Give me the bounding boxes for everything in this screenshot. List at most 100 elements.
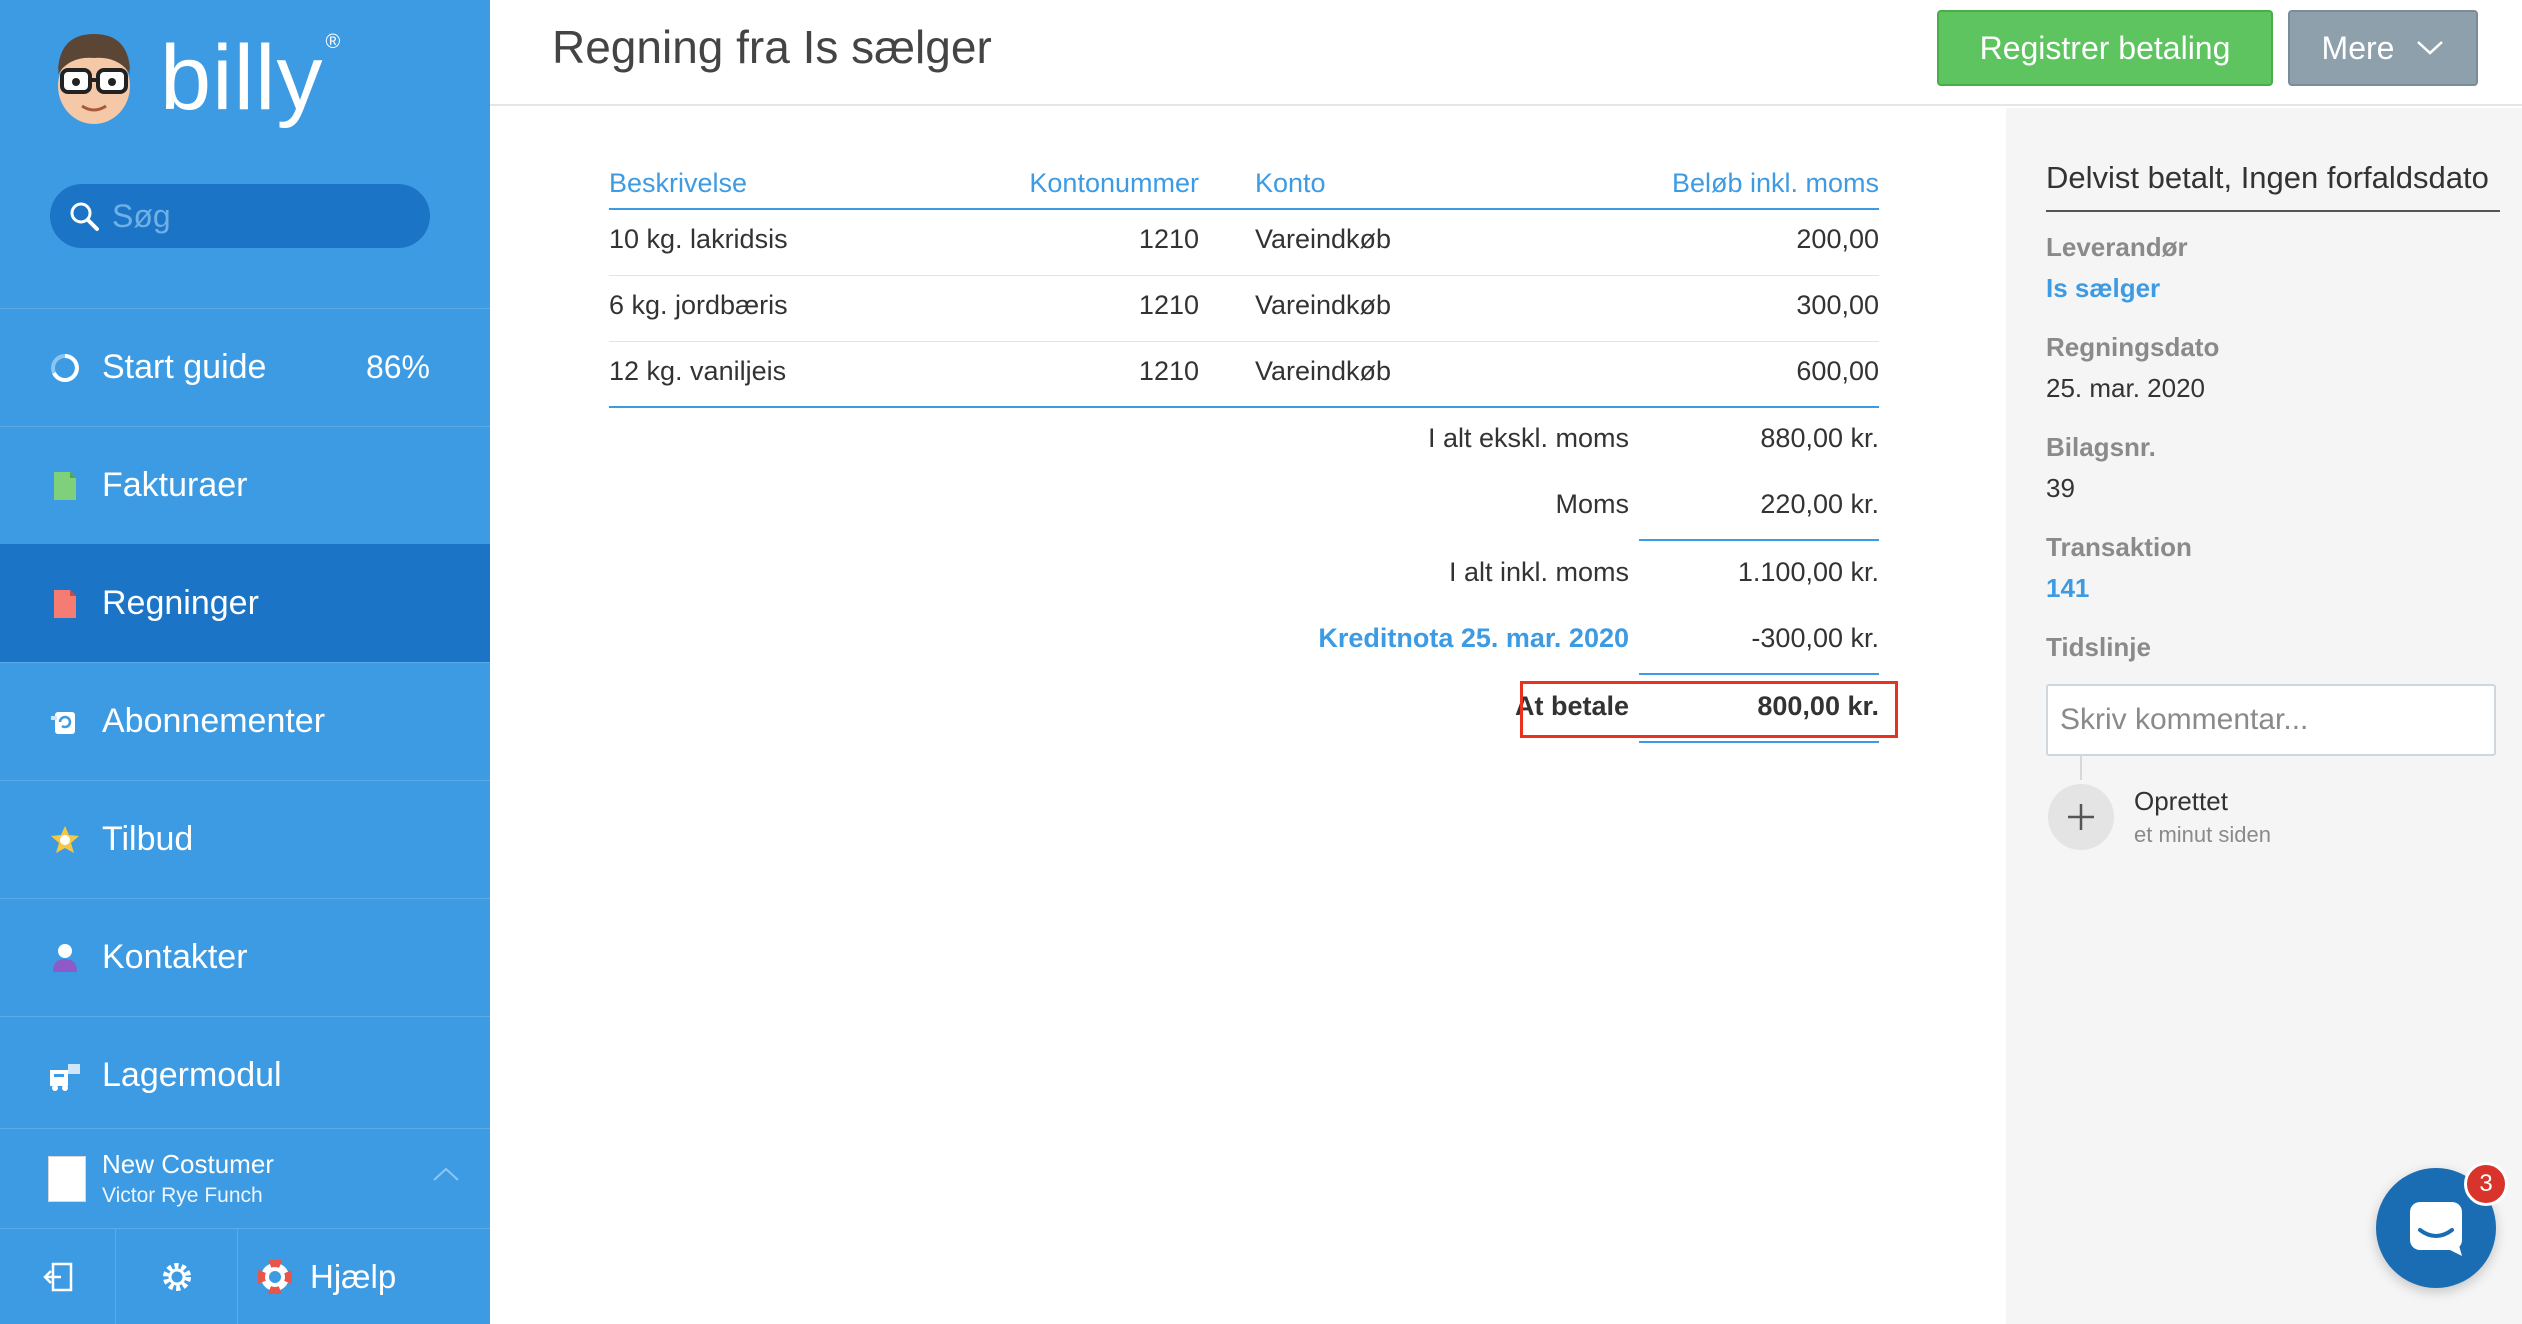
search-icon xyxy=(70,202,99,231)
sidebar-item-regninger[interactable]: Regninger xyxy=(0,544,490,662)
person-icon xyxy=(48,941,82,975)
amount-due-value: 800,00 kr. xyxy=(1757,691,1879,721)
table-row: 10 kg. lakridsis 1210 Vareindkøb 200,00 xyxy=(609,210,1879,276)
amount-due-row: At betale 800,00 kr. xyxy=(609,677,1879,743)
sidebar-item-label: Fakturaer xyxy=(102,466,248,504)
comment-input[interactable] xyxy=(2046,684,2496,756)
organization-name: New Costumer xyxy=(102,1149,274,1179)
plus-icon xyxy=(2068,804,2094,830)
sidebar-item-abonnementer[interactable]: Abonnementer xyxy=(0,662,490,780)
line-account: Vareindkøb xyxy=(1255,224,1392,254)
timeline-label: Tidslinje xyxy=(2046,632,2151,662)
supplier-link[interactable]: Is sælger xyxy=(2046,273,2188,304)
timeline-event-icon xyxy=(2048,784,2114,850)
line-description: 12 kg. vaniljeis xyxy=(609,356,787,386)
subscription-icon xyxy=(48,705,82,739)
total-incl-vat-value: 1.100,00 kr. xyxy=(1737,557,1879,587)
line-amount: 200,00 xyxy=(1796,224,1879,254)
brand-name: billy xyxy=(160,27,324,129)
divider xyxy=(1639,673,1879,675)
credit-note-row: Kreditnota 25. mar. 2020 -300,00 kr. xyxy=(609,609,1879,675)
bill-doc-icon xyxy=(48,587,82,621)
table-row: 12 kg. vaniljeis 1210 Vareindkøb 600,00 xyxy=(609,342,1879,408)
organization-logo xyxy=(48,1155,86,1202)
organization-switcher[interactable]: New Costumer Victor Rye Funch xyxy=(0,1128,490,1228)
line-amount: 300,00 xyxy=(1796,290,1879,320)
payment-status: Delvist betalt, Ingen forfaldsdato xyxy=(2046,160,2500,212)
credit-note-value: -300,00 kr. xyxy=(1751,623,1879,653)
line-account: Vareindkøb xyxy=(1255,356,1392,386)
column-header-amount: Beløb inkl. moms xyxy=(1671,168,1879,198)
sidebar-item-label: Tilbud xyxy=(102,820,194,858)
transaction-label: Transaktion xyxy=(2046,532,2192,562)
supplier-field: Leverandør Is sælger xyxy=(2046,232,2188,304)
billy-logo[interactable]: billy ® xyxy=(48,30,340,126)
sidebar-item-label: Abonnementer xyxy=(102,702,326,740)
star-badge-icon xyxy=(48,823,82,857)
billy-mascot-icon xyxy=(48,30,140,126)
sidebar-nav: Start guide 86% Fakturaer Regninger Abon… xyxy=(0,308,490,1134)
sidebar-item-kontakter[interactable]: Kontakter xyxy=(0,898,490,1016)
search-input[interactable] xyxy=(112,197,412,235)
sidebar-item-lagermodul[interactable]: Lagermodul xyxy=(0,1016,490,1134)
total-excl-vat-row: I alt ekskl. moms 880,00 kr. xyxy=(609,409,1879,475)
column-header-description: Beskrivelse xyxy=(609,168,748,198)
line-account-number: 1210 xyxy=(1138,224,1199,254)
chevron-up-icon xyxy=(433,1167,459,1181)
voucher-label: Bilagsnr. xyxy=(2046,432,2156,462)
column-header-account-number: Kontonummer xyxy=(1029,168,1199,198)
chat-launcher[interactable]: 3 xyxy=(2376,1162,2508,1288)
more-button[interactable]: Mere xyxy=(2288,10,2478,86)
vat-value: 220,00 kr. xyxy=(1760,489,1879,519)
sidebar-item-tilbud[interactable]: Tilbud xyxy=(0,780,490,898)
bill-lines-table: Beskrivelse Kontonummer Konto Beløb inkl… xyxy=(609,158,1879,408)
more-button-label: Mere xyxy=(2321,29,2395,66)
chat-unread-badge: 3 xyxy=(2464,1162,2508,1206)
logout-icon xyxy=(42,1262,72,1292)
logout-button[interactable] xyxy=(0,1229,116,1324)
bill-details-panel: Delvist betalt, Ingen forfaldsdato Lever… xyxy=(2006,108,2522,1324)
line-account-number: 1210 xyxy=(1138,356,1199,386)
total-excl-vat-label: I alt ekskl. moms xyxy=(1427,423,1629,453)
line-description: 10 kg. lakridsis xyxy=(609,224,788,254)
invoice-doc-icon xyxy=(48,469,82,503)
search-box[interactable] xyxy=(50,184,430,248)
line-account: Vareindkøb xyxy=(1255,290,1392,320)
lifebuoy-icon xyxy=(258,1260,292,1294)
line-account-number: 1210 xyxy=(1138,290,1199,320)
timeline-event-title: Oprettet xyxy=(2134,786,2228,816)
line-description: 6 kg. jordbæris xyxy=(609,290,788,320)
voucher-value: 39 xyxy=(2046,473,2075,503)
transaction-link[interactable]: 141 xyxy=(2046,573,2192,604)
organization-user: Victor Rye Funch xyxy=(102,1184,263,1207)
settings-button[interactable] xyxy=(116,1229,238,1324)
gear-icon xyxy=(162,1263,191,1291)
line-amount: 600,00 xyxy=(1796,356,1879,386)
sidebar: billy® Start guide 86% Fakturaer Regning… xyxy=(0,0,490,1324)
sidebar-item-fakturaer[interactable]: Fakturaer xyxy=(0,426,490,544)
credit-note-link[interactable]: Kreditnota 25. mar. 2020 xyxy=(1318,623,1629,654)
supplier-label: Leverandør xyxy=(2046,232,2188,262)
vat-label: Moms xyxy=(1555,489,1630,519)
bill-date-field: Regningsdato 25. mar. 2020 xyxy=(2046,332,2219,404)
bill-date-value: 25. mar. 2020 xyxy=(2046,373,2205,403)
register-payment-button[interactable]: Registrer betaling xyxy=(1937,10,2273,86)
sidebar-item-label: Lagermodul xyxy=(102,1056,282,1094)
divider xyxy=(1639,741,1879,743)
vat-row: Moms 220,00 kr. xyxy=(609,475,1879,541)
amount-due-label: At betale xyxy=(1514,691,1629,721)
sidebar-item-label: Regninger xyxy=(102,584,259,622)
start-guide-progress: 86% xyxy=(365,349,430,385)
total-incl-vat-row: I alt inkl. moms 1.100,00 kr. xyxy=(609,543,1879,609)
total-incl-vat-label: I alt inkl. moms xyxy=(1448,557,1629,587)
divider xyxy=(1639,539,1879,541)
sidebar-item-label: Kontakter xyxy=(102,938,248,976)
table-row: 6 kg. jordbæris 1210 Vareindkøb 300,00 xyxy=(609,276,1879,342)
timeline-field: Tidslinje xyxy=(2046,632,2151,663)
bill-content: Beskrivelse Kontonummer Konto Beløb inkl… xyxy=(490,108,2006,1324)
chevron-down-icon xyxy=(2417,41,2444,55)
page-title: Regning fra Is sælger xyxy=(552,21,992,73)
sidebar-item-start-guide[interactable]: Start guide 86% xyxy=(0,308,490,426)
column-header-account: Konto xyxy=(1255,168,1326,198)
help-button[interactable]: Hjælp xyxy=(238,1229,490,1324)
